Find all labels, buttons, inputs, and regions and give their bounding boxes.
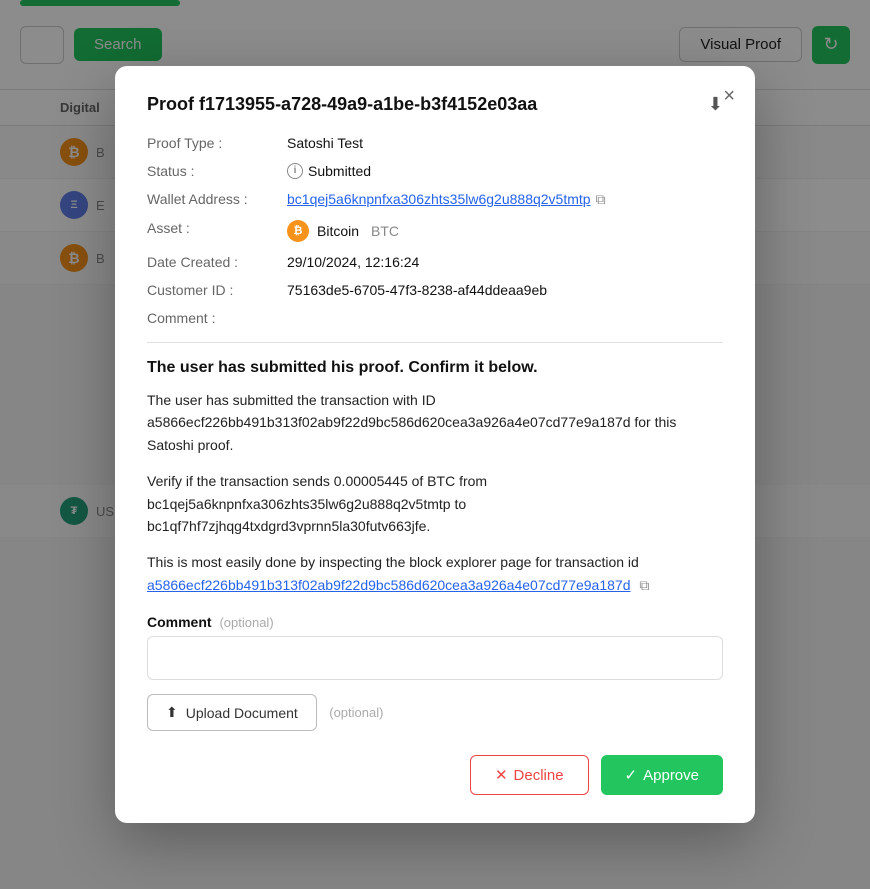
asset-label: Asset : <box>147 220 287 236</box>
date-label: Date Created : <box>147 254 287 270</box>
divider <box>147 342 723 343</box>
upload-icon: ⬆ <box>166 704 178 721</box>
approve-button[interactable]: ✓ Approve <box>601 755 723 795</box>
modal-title: Proof f1713955-a728-49a9-a1be-b3f4152e03… <box>147 94 694 115</box>
status-value: Submitted <box>308 163 371 179</box>
proof-modal: Proof f1713955-a728-49a9-a1be-b3f4152e03… <box>115 66 755 823</box>
close-button[interactable]: × <box>723 86 735 106</box>
upload-label: Upload Document <box>186 705 298 721</box>
wallet-row: Wallet Address : bc1qej5a6knpnfxa306zhts… <box>147 191 723 208</box>
comment-label-row: Comment : <box>147 310 723 326</box>
comment-field-label: Comment : <box>147 310 287 326</box>
modal-header: Proof f1713955-a728-49a9-a1be-b3f4152e03… <box>147 94 723 115</box>
proof-type-row: Proof Type : Satoshi Test <box>147 135 723 151</box>
status-row: Status : i Submitted <box>147 163 723 179</box>
body-paragraph-1: The user has submitted the transaction w… <box>147 389 723 456</box>
tx-link[interactable]: a5866ecf226bb491b313f02ab9f22d9bc586d620… <box>147 577 630 593</box>
upload-section: ⬆ Upload Document (optional) <box>147 680 723 731</box>
asset-row: Asset : ₿ Bitcoin BTC <box>147 220 723 242</box>
comment-input[interactable] <box>147 636 723 680</box>
date-value: 29/10/2024, 12:16:24 <box>287 254 419 270</box>
bitcoin-icon: ₿ <box>287 220 309 242</box>
body-paragraph-3: This is most easily done by inspecting t… <box>147 551 723 596</box>
date-row: Date Created : 29/10/2024, 12:16:24 <box>147 254 723 270</box>
comment-input-label: Comment (optional) <box>147 614 723 630</box>
upload-document-button[interactable]: ⬆ Upload Document <box>147 694 317 731</box>
wallet-label: Wallet Address : <box>147 191 287 207</box>
decline-label: Decline <box>514 767 564 784</box>
asset-name: Bitcoin <box>317 223 359 239</box>
approve-label: Approve <box>643 767 699 784</box>
customer-value: 75163de5-6705-47f3-8238-af44ddeaa9eb <box>287 282 547 298</box>
upload-optional: (optional) <box>329 705 383 720</box>
comment-heading: The user has submitted his proof. Confir… <box>147 359 723 377</box>
customer-label: Customer ID : <box>147 282 287 298</box>
decline-button[interactable]: ✕ Decline <box>470 755 589 795</box>
modal-overlay: Proof f1713955-a728-49a9-a1be-b3f4152e03… <box>0 0 870 889</box>
approve-check-icon: ✓ <box>625 766 638 784</box>
copy-tx-icon[interactable]: ⧉ <box>639 574 649 596</box>
decline-x-icon: ✕ <box>495 766 508 784</box>
wallet-address-link[interactable]: bc1qej5a6knpnfxa306zhts35lw6g2u888q2v5tm… <box>287 191 591 207</box>
comment-section: Comment (optional) <box>147 614 723 680</box>
asset-code: BTC <box>371 223 399 239</box>
body-paragraph-2: Verify if the transaction sends 0.000054… <box>147 470 723 537</box>
proof-type-value: Satoshi Test <box>287 135 363 151</box>
status-label: Status : <box>147 163 287 179</box>
proof-type-label: Proof Type : <box>147 135 287 151</box>
copy-wallet-icon[interactable]: ⧉ <box>596 191 606 208</box>
modal-footer: ✕ Decline ✓ Approve <box>147 755 723 795</box>
customer-row: Customer ID : 75163de5-6705-47f3-8238-af… <box>147 282 723 298</box>
download-icon[interactable]: ⬇ <box>708 94 723 115</box>
comment-optional: (optional) <box>219 615 273 630</box>
status-info-icon[interactable]: i <box>287 163 303 179</box>
